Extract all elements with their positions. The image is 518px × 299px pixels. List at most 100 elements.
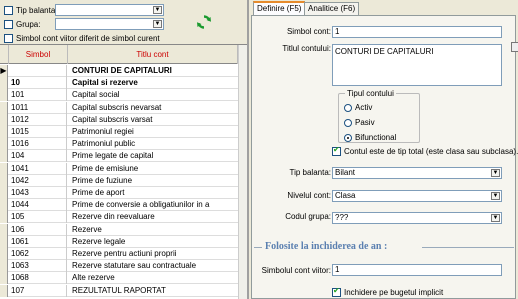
cell-simbol: 1043	[9, 187, 67, 199]
nivel-cont-combo[interactable]: Clasa ▼	[332, 190, 502, 202]
row-indicator[interactable]	[0, 138, 8, 151]
row-indicator[interactable]	[0, 284, 8, 297]
chevron-down-icon[interactable]: ▼	[153, 6, 162, 14]
row-indicator-header	[0, 45, 9, 64]
table-row[interactable]: 1041 Prime de emisiune	[0, 162, 238, 175]
chevron-down-icon[interactable]: ▼	[153, 20, 162, 28]
row-indicator[interactable]	[0, 89, 8, 102]
tip-balanta-label: Tip balanta:	[16, 5, 58, 15]
cell-titlu: Capital social	[72, 90, 120, 100]
cell-titlu: Rezerve	[72, 224, 102, 234]
refresh-icon[interactable]	[196, 14, 212, 30]
radio-pasiv-dot[interactable]	[344, 118, 352, 127]
table-row[interactable]: 1015 Patrimoniul regiei	[0, 126, 238, 138]
grupa-combo[interactable]: ▼	[55, 18, 164, 30]
row-indicator[interactable]	[0, 174, 8, 187]
grupa-filter: Grupa:	[4, 18, 40, 30]
row-indicator[interactable]	[0, 150, 8, 163]
row-indicator[interactable]	[0, 211, 8, 224]
table-row[interactable]: 101 Capital social	[0, 89, 238, 102]
simbol-viitor-label: Simbolul cont viitor:	[261, 266, 331, 275]
table-row[interactable]: 106 Rezerve	[0, 223, 238, 236]
table-row[interactable]: 1061 Rezerve legale	[0, 235, 238, 248]
row-indicator[interactable]	[0, 223, 8, 236]
cont-total-label: Contul este de tip total (este clasa sau…	[344, 147, 518, 156]
tip-balanta-combo[interactable]: ▼	[55, 4, 164, 16]
column-header-simbol[interactable]: Simbol	[9, 45, 68, 64]
radio-pasiv[interactable]: Pasiv	[344, 118, 375, 127]
tipul-contului-title: Tipul contului	[345, 89, 396, 98]
inchidere-buget-row[interactable]: Inchidere pe bugetul implicit	[332, 286, 444, 297]
cell-titlu: Rezerve din reevaluare	[72, 212, 155, 222]
table-row[interactable]: 1011 Capital subscris nevarsat	[0, 101, 238, 114]
grupa-label: Grupa:	[16, 19, 41, 29]
radio-activ-dot[interactable]	[344, 103, 352, 112]
account-detail-pane: Definire (F5) Analitice (F6) Simbol cont…	[249, 0, 518, 299]
radio-bifunctional-dot[interactable]	[344, 133, 352, 142]
grupa-checkbox[interactable]	[4, 19, 13, 29]
inchidere-section-title: Folosite la inchiderea de an :	[265, 241, 388, 252]
radio-activ[interactable]: Activ	[344, 103, 372, 112]
tab-analitice[interactable]: Analitice (F6)	[304, 2, 360, 15]
table-row[interactable]: 1063 Rezerve statutare sau contractuale	[0, 260, 238, 273]
row-indicator[interactable]	[0, 260, 8, 273]
cell-titlu: Patrimoniul public	[72, 139, 136, 149]
table-row[interactable]: 105 Rezerve din reevaluare	[0, 211, 238, 224]
table-row[interactable]: 1012 Capital subscris varsat	[0, 113, 238, 126]
table-row[interactable]: 1042 Prime de fuziune	[0, 174, 238, 187]
chevron-down-icon[interactable]: ▼	[491, 214, 500, 222]
row-indicator[interactable]: ▶	[0, 65, 8, 77]
row-indicator[interactable]	[0, 162, 8, 175]
table-row[interactable]: 104 Prime legate de capital	[0, 150, 238, 163]
cell-titlu: Prime legate de capital	[72, 151, 154, 161]
tipul-contului-group: Tipul contului Activ Pasiv Bifunctional	[338, 89, 420, 143]
cell-simbol: 1015	[9, 126, 67, 138]
cell-simbol: 101	[9, 89, 67, 102]
simbol-viitor-filter-label: Simbol cont viitor diferit de simbol cur…	[16, 33, 160, 43]
chevron-down-icon[interactable]: ▼	[491, 192, 500, 200]
cell-titlu: Prime de emisiune	[72, 163, 139, 173]
column-header-titlu[interactable]: Titlu cont	[68, 45, 238, 64]
table-row[interactable]: 1068 Alte rezerve	[0, 272, 238, 285]
inchidere-buget-label: Inchidere pe bugetul implicit	[344, 288, 444, 297]
cell-simbol: 1062	[9, 248, 67, 260]
lookup-button[interactable]	[511, 42, 518, 52]
inchidere-buget-checkbox[interactable]	[332, 286, 341, 297]
cell-titlu: Capital subscris varsat	[72, 114, 153, 124]
table-row[interactable]: 1043 Prime de aport	[0, 187, 238, 199]
row-indicator[interactable]	[0, 248, 8, 260]
tip-balanta-form-combo[interactable]: Bilant ▼	[332, 167, 502, 179]
table-row[interactable]: ▶ CONTURI DE CAPITALURI	[0, 65, 238, 77]
simbol-cont-input[interactable]: 1	[332, 26, 502, 38]
row-indicator[interactable]	[0, 77, 8, 90]
table-row[interactable]: 1016 Patrimoniul public	[0, 138, 238, 151]
row-indicator[interactable]	[0, 113, 8, 126]
tip-balanta-form-label: Tip balanta:	[289, 168, 331, 177]
row-indicator[interactable]	[0, 272, 8, 285]
row-indicator[interactable]	[0, 101, 8, 114]
row-indicator[interactable]	[0, 126, 8, 138]
codul-grupa-combo[interactable]: ??? ▼	[332, 212, 502, 224]
table-row[interactable]: 107 REZULTATUL RAPORTAT	[0, 284, 238, 297]
tab-definire[interactable]: Definire (F5)	[253, 1, 306, 16]
row-indicator[interactable]	[0, 187, 8, 199]
table-row[interactable]: 1062 Rezerve pentru actiuni proprii	[0, 248, 238, 260]
cont-total-row[interactable]: Contul este de tip total (este clasa sau…	[332, 145, 518, 156]
cell-simbol: 1012	[9, 113, 67, 126]
cont-total-checkbox[interactable]	[332, 145, 341, 156]
cell-titlu: Rezerve pentru actiuni proprii	[72, 249, 177, 258]
codul-grupa-label: Codul grupa:	[285, 212, 331, 221]
row-indicator[interactable]	[0, 235, 8, 248]
table-row[interactable]: 10 Capital si rezerve	[0, 77, 238, 90]
chevron-down-icon[interactable]: ▼	[491, 169, 500, 177]
tip-balanta-checkbox[interactable]	[4, 5, 13, 15]
simbol-viitor-input[interactable]: 1	[332, 264, 502, 276]
radio-bifunctional[interactable]: Bifunctional	[344, 133, 396, 142]
grid-scrollbar[interactable]	[238, 45, 247, 299]
cell-simbol: 106	[9, 223, 67, 236]
table-row[interactable]: 1044 Prime de conversie a obligatiunilor …	[0, 199, 238, 212]
row-indicator[interactable]	[0, 199, 8, 212]
titlu-cont-textarea[interactable]: CONTURI DE CAPITALURI	[332, 44, 502, 86]
cell-simbol: 105	[9, 211, 67, 224]
simbol-viitor-checkbox[interactable]	[4, 33, 13, 43]
